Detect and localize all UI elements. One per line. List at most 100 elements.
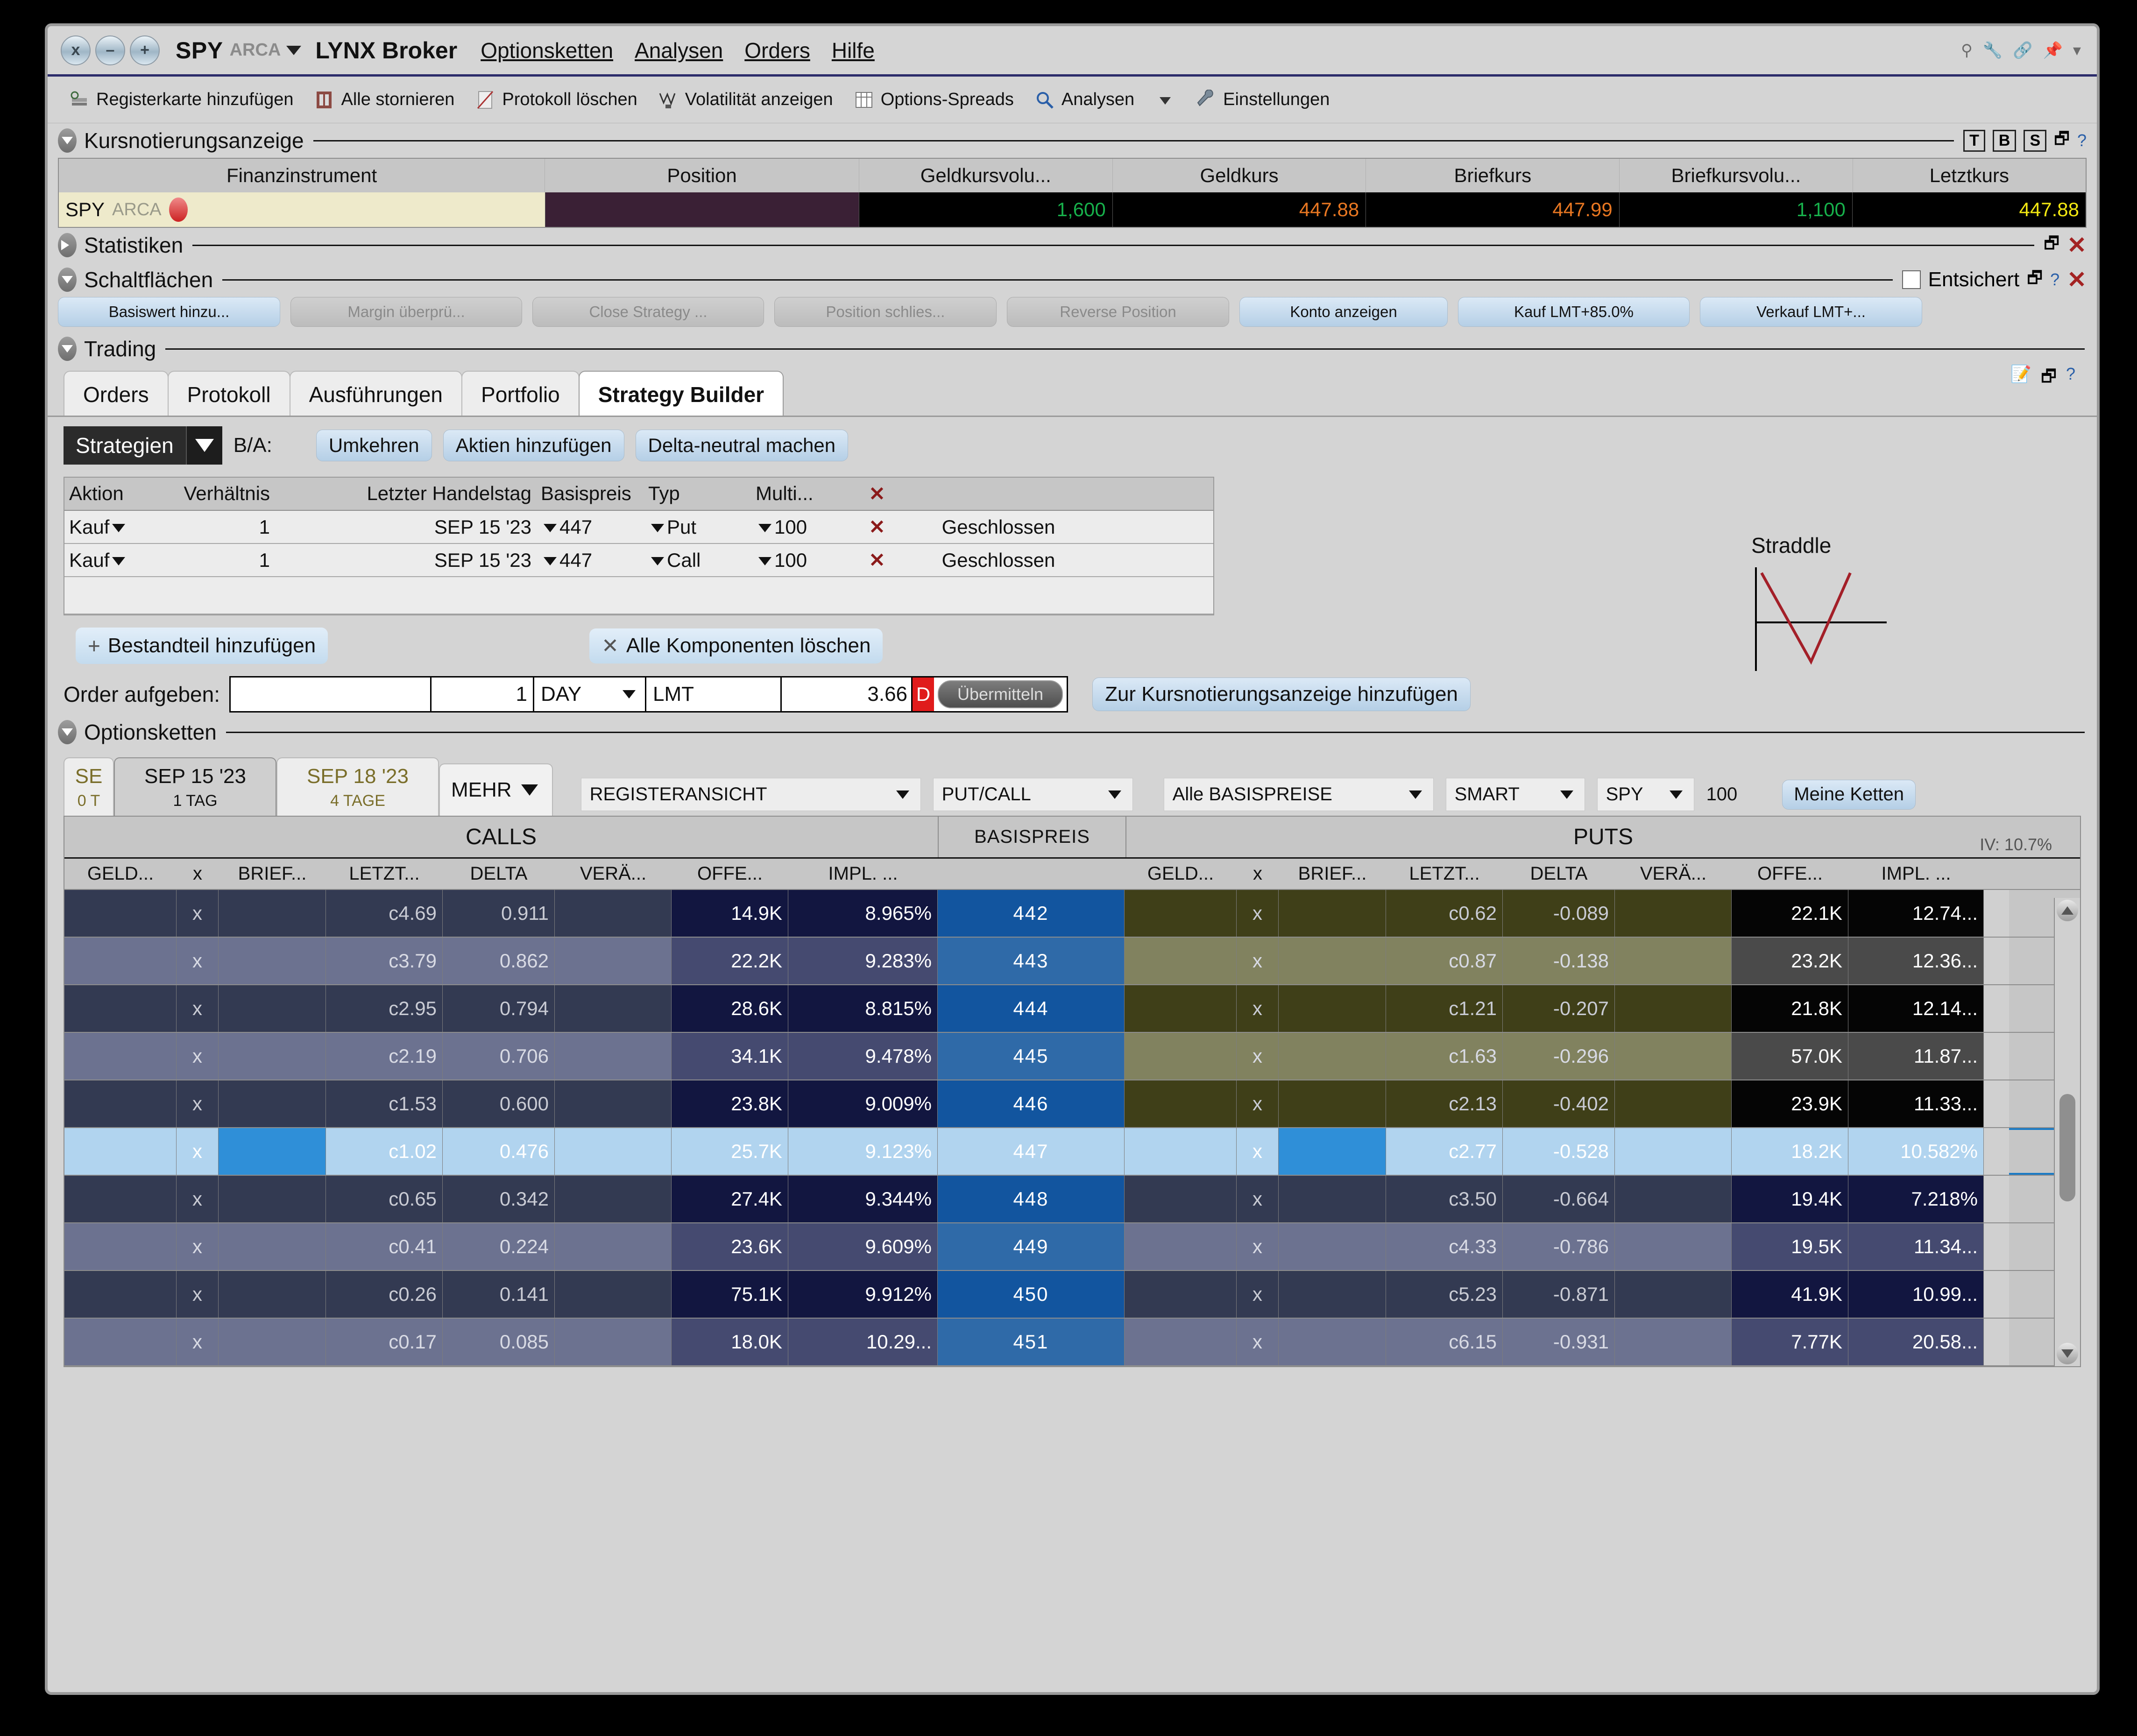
view-button-b[interactable]: B: [1992, 129, 2017, 152]
put-open-interest-cell[interactable]: 23.2K: [1732, 938, 1848, 984]
table-row[interactable]: x c0.41 0.224 23.6K 9.609% 449 x c4.33 -0.786 19.…: [64, 1223, 2080, 1271]
call-x-cell[interactable]: x: [177, 1223, 219, 1270]
call-ask-cell[interactable]: [219, 1319, 326, 1365]
minimize-window-button[interactable]: –: [95, 35, 125, 65]
table-row[interactable]: Kauf 1 SEP 15 '23 447 Call 100 ✕ Geschlo…: [64, 544, 1213, 577]
close-section-icon[interactable]: ✕: [2067, 266, 2087, 293]
chevron-down-icon[interactable]: [112, 557, 126, 566]
call-iv-cell[interactable]: 8.815%: [788, 985, 938, 1032]
strike-cell[interactable]: 442: [938, 890, 1125, 937]
strike-cell[interactable]: 444: [938, 985, 1125, 1032]
call-ask-cell[interactable]: [219, 985, 326, 1032]
toolbar-spreads[interactable]: Options-Spreads: [843, 84, 1024, 116]
chevron-down-icon[interactable]: [758, 524, 771, 533]
put-delta-cell[interactable]: -0.664: [1503, 1176, 1615, 1222]
leg-expiry[interactable]: SEP 15 '23: [270, 549, 541, 572]
put-delta-cell[interactable]: -0.402: [1503, 1080, 1615, 1127]
call-ask-cell[interactable]: [219, 1128, 326, 1175]
my-chains-button[interactable]: Meine Ketten: [1782, 779, 1916, 810]
call-iv-cell[interactable]: 9.344%: [788, 1176, 938, 1222]
col-bid-size[interactable]: Geldkursvolu...: [859, 159, 1113, 192]
call-bid-cell[interactable]: [64, 938, 177, 984]
table-row[interactable]: x c2.19 0.706 34.1K 9.478% 445 x c1.63 -0.296 57.…: [64, 1033, 2080, 1080]
button-check-margin[interactable]: Margin überprü...: [290, 297, 522, 327]
put-iv-cell[interactable]: 10.99...: [1848, 1271, 1984, 1318]
call-open-interest-cell[interactable]: 27.4K: [672, 1176, 788, 1222]
tab-protokoll[interactable]: Protokoll: [167, 371, 290, 416]
call-open-interest-cell[interactable]: 75.1K: [672, 1271, 788, 1318]
call-iv-cell[interactable]: 10.29...: [788, 1319, 938, 1365]
button-close-position[interactable]: Position schlies...: [774, 297, 997, 327]
col-call-ask[interactable]: BRIEF...: [219, 859, 326, 889]
col-put-bid[interactable]: GELD...: [1125, 859, 1237, 889]
put-open-interest-cell[interactable]: 22.1K: [1732, 890, 1848, 937]
strike-cell[interactable]: 443: [938, 938, 1125, 984]
put-ask-cell[interactable]: [1279, 890, 1386, 937]
toolbar-settings[interactable]: Einstellungen: [1186, 84, 1340, 116]
put-bid-cell[interactable]: [1125, 890, 1237, 937]
maximize-window-button[interactable]: +: [130, 35, 160, 65]
close-window-button[interactable]: x: [61, 35, 91, 65]
collapse-trading-icon[interactable]: [58, 337, 77, 361]
put-ask-cell[interactable]: [1279, 938, 1386, 984]
call-delta-cell[interactable]: 0.476: [443, 1128, 555, 1175]
put-last-cell[interactable]: c1.21: [1386, 985, 1503, 1032]
call-bid-cell[interactable]: [64, 1176, 177, 1222]
put-last-cell[interactable]: c0.62: [1386, 890, 1503, 937]
put-ask-cell[interactable]: [1279, 1128, 1386, 1175]
add-to-quote-display-button[interactable]: Zur Kursnotierungsanzeige hinzufügen: [1092, 677, 1471, 711]
detach-icon[interactable]: 🗗: [2054, 127, 2070, 155]
col-ask[interactable]: Briefkurs: [1366, 159, 1620, 192]
put-change-cell[interactable]: [1615, 890, 1732, 937]
note-icon[interactable]: 📝: [2010, 364, 2031, 393]
call-delta-cell[interactable]: 0.862: [443, 938, 555, 984]
tab-portfolio[interactable]: Portfolio: [461, 371, 580, 416]
put-ask-cell[interactable]: [1279, 1223, 1386, 1270]
call-delta-cell[interactable]: 0.085: [443, 1319, 555, 1365]
strategies-dropdown[interactable]: Strategien: [64, 426, 222, 465]
button-reverse[interactable]: Umkehren: [316, 430, 432, 461]
call-ask-cell[interactable]: [219, 1033, 326, 1080]
call-iv-cell[interactable]: 9.609%: [788, 1223, 938, 1270]
call-delta-cell[interactable]: 0.794: [443, 985, 555, 1032]
submit-order-button[interactable]: Übermitteln: [938, 680, 1063, 708]
toolbar-clear-log[interactable]: Protokoll löschen: [465, 84, 647, 116]
expiry-tab-sep-15[interactable]: SEP 15 '23 1 TAG: [114, 757, 276, 816]
call-open-interest-cell[interactable]: 23.8K: [672, 1080, 788, 1127]
time-in-force-select[interactable]: DAY: [534, 677, 647, 711]
underlying-select[interactable]: SPY: [1597, 778, 1694, 811]
call-change-cell[interactable]: [555, 938, 672, 984]
put-iv-cell[interactable]: 12.14...: [1848, 985, 1984, 1032]
call-delta-cell[interactable]: 0.706: [443, 1033, 555, 1080]
call-ask-cell[interactable]: [219, 1176, 326, 1222]
menu-item-hilfe[interactable]: Hilfe: [832, 38, 875, 63]
toolbar-analysis[interactable]: Analysen: [1024, 84, 1145, 116]
put-x-cell[interactable]: x: [1237, 1080, 1279, 1127]
col-ask-size[interactable]: Briefkursvolu...: [1620, 159, 1853, 192]
put-last-cell[interactable]: c5.23: [1386, 1271, 1503, 1318]
chevron-down-icon[interactable]: [758, 557, 771, 566]
button-buy-lmt[interactable]: Kauf LMT+85.0%: [1458, 297, 1690, 327]
call-iv-cell[interactable]: 8.965%: [788, 890, 938, 937]
table-row[interactable]: x c1.53 0.600 23.8K 9.009% 446 x c2.13 -0.402 23.…: [64, 1080, 2080, 1128]
view-button-s[interactable]: S: [2024, 129, 2047, 152]
call-bid-cell[interactable]: [64, 1080, 177, 1127]
chevron-down-icon[interactable]: [1408, 790, 1422, 799]
wrench-icon[interactable]: 🔧: [1983, 41, 2003, 60]
help-icon[interactable]: ?: [2066, 364, 2075, 393]
chevron-down-icon[interactable]: [1669, 790, 1683, 799]
col-bid[interactable]: Geldkurs: [1113, 159, 1366, 192]
chevron-down-icon[interactable]: [544, 524, 557, 533]
call-bid-cell[interactable]: [64, 1128, 177, 1175]
put-bid-cell[interactable]: [1125, 938, 1237, 984]
leg-delete-button[interactable]: ✕: [849, 515, 905, 538]
put-change-cell[interactable]: [1615, 1033, 1732, 1080]
view-button-t[interactable]: T: [1963, 129, 1985, 152]
leg-type[interactable]: Put: [648, 516, 756, 538]
col-put-last[interactable]: LETZT...: [1386, 859, 1503, 889]
put-last-cell[interactable]: c3.50: [1386, 1176, 1503, 1222]
put-x-cell[interactable]: x: [1237, 1033, 1279, 1080]
leg-type[interactable]: Call: [648, 549, 756, 572]
put-ask-cell[interactable]: [1279, 985, 1386, 1032]
collapse-option-chains-icon[interactable]: [58, 720, 77, 744]
